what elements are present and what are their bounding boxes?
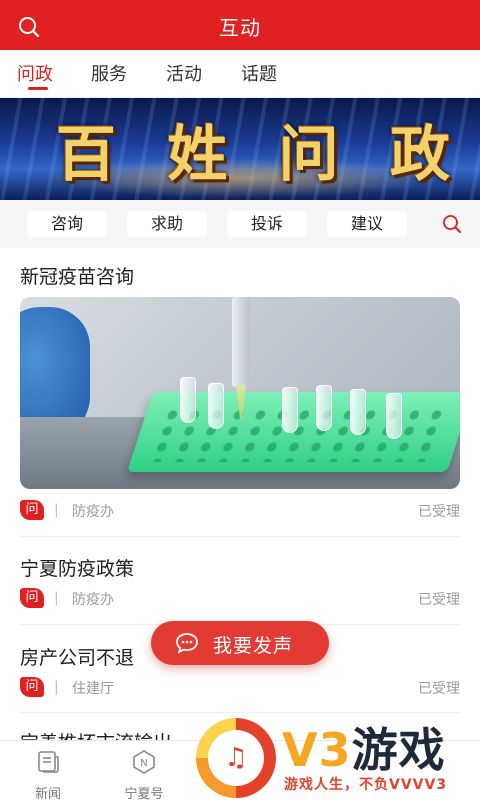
bottom-nav-label: 宁夏号 (124, 787, 164, 800)
chip-jianyi[interactable]: 建议 (327, 211, 407, 237)
banner-char: 百 (56, 119, 122, 190)
chat-bubble-icon (176, 633, 198, 654)
speak-up-button[interactable]: 我要发声 (151, 621, 329, 665)
bottom-nav-ningxia-hao[interactable]: N 宁夏号 (114, 749, 174, 800)
feed-item-title[interactable]: 新冠疫苗咨询 (20, 262, 134, 289)
photo-tube (180, 377, 196, 423)
banner-char: 姓 (167, 119, 234, 190)
banner-char: 问 (278, 119, 345, 190)
chip-tousu[interactable]: 投诉 (227, 211, 307, 237)
question-badge: 问 (20, 500, 44, 520)
feed-item-image[interactable] (20, 297, 460, 489)
department-label: 防疫办 (72, 592, 114, 608)
feed-item-title[interactable]: 宁夏防疫政策 (20, 554, 134, 581)
news-icon (38, 751, 59, 773)
meta-separator: | (54, 590, 59, 606)
department-label: 防疫办 (72, 504, 114, 520)
tab-bar: 问政 服务 活动 话题 (0, 50, 480, 98)
department-label: 住建厅 (72, 681, 114, 697)
status-label: 已受理 (418, 592, 460, 608)
tab-huodong[interactable]: 活动 (166, 60, 202, 86)
watermark-slogan: 游戏人生，不负VVVV3 (284, 777, 448, 793)
meta-separator: | (54, 502, 59, 518)
ningxia-hao-icon: N (133, 750, 155, 774)
banner-title: 百 姓 问 政 (56, 112, 456, 190)
bottom-nav-news[interactable]: 新闻 (18, 749, 78, 800)
tab-wenzheng[interactable]: 问政 (17, 60, 53, 86)
music-note-icon: ♫ (208, 730, 264, 786)
tab-huati[interactable]: 话题 (241, 60, 277, 86)
photo-pipette (232, 297, 250, 387)
photo-tube (208, 383, 224, 429)
top-bar: 互动 (0, 0, 480, 50)
active-tab-indicator (28, 87, 48, 90)
banner[interactable]: 百 姓 问 政 (0, 98, 480, 200)
tab-fuwu[interactable]: 服务 (91, 60, 127, 86)
category-chips: 咨询 求助 投诉 建议 (0, 200, 480, 248)
photo-tube (350, 389, 366, 435)
question-badge: 问 (20, 588, 44, 608)
feed-item-title[interactable]: 房产公司不退 (20, 643, 134, 670)
svg-text:N: N (140, 758, 147, 769)
feed-item-meta: 问 | 防疫办 已受理 (20, 500, 460, 522)
feed-item-meta: 问 | 防疫办 已受理 (20, 588, 460, 610)
status-label: 已受理 (418, 504, 460, 520)
bottom-nav-label: 新闻 (34, 787, 61, 800)
divider (20, 536, 460, 537)
search-icon[interactable] (442, 214, 462, 234)
status-label: 已受理 (418, 681, 460, 697)
photo-tube (316, 385, 332, 431)
chip-qiuzhu[interactable]: 求助 (127, 211, 207, 237)
feed-item-meta: 问 | 住建厅 已受理 (20, 677, 460, 699)
banner-char: 政 (389, 119, 456, 190)
meta-separator: | (54, 679, 59, 695)
watermark: ♫ V3游戏 游戏人生，不负VVVV3 (196, 714, 480, 800)
chip-zixun[interactable]: 咨询 (27, 211, 107, 237)
divider (20, 712, 460, 713)
watermark-logo-text: V3游戏 (282, 723, 446, 777)
page-title: 互动 (219, 16, 261, 40)
speak-up-label: 我要发声 (213, 635, 294, 657)
photo-tube (386, 393, 402, 439)
photo-tube (282, 387, 298, 433)
question-badge: 问 (20, 677, 44, 697)
